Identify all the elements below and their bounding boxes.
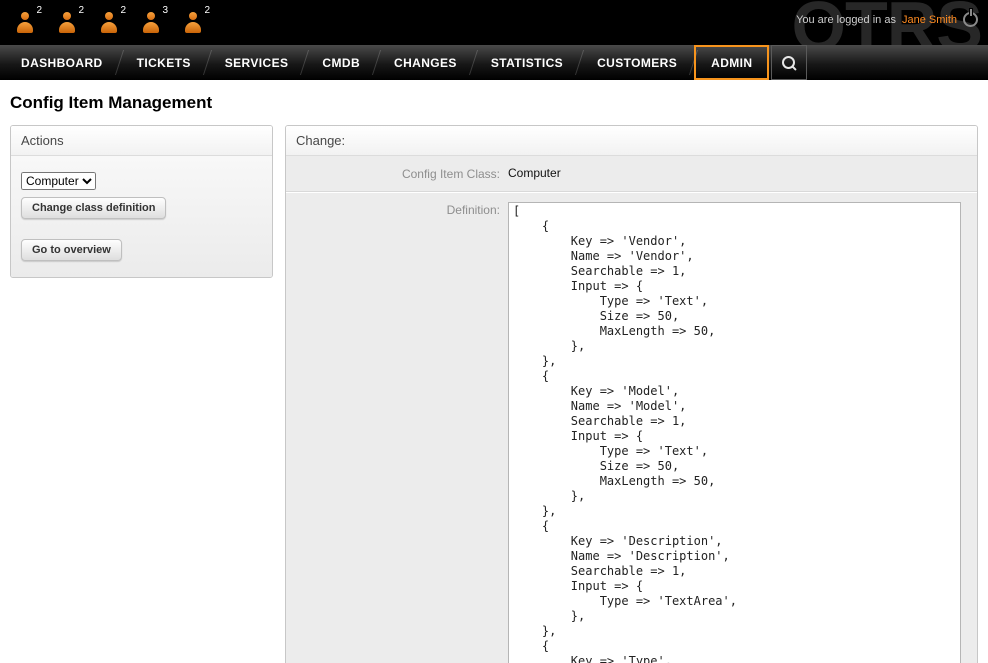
person-icon	[58, 12, 76, 33]
nav-search-button[interactable]	[771, 45, 807, 80]
nav-admin[interactable]: ADMIN	[694, 45, 769, 80]
go-to-overview-button[interactable]: Go to overview	[21, 239, 122, 261]
toolbar-avatar-item[interactable]: 2	[58, 8, 84, 35]
login-area: You are logged in as Jane Smith	[796, 12, 978, 27]
toolbar-avatars: 2 2 2 3 2	[16, 8, 210, 35]
change-panel-header: Change:	[286, 126, 977, 156]
change-panel-body: Config Item Class: Computer Definition: …	[286, 156, 977, 663]
definition-field: [ { Key => 'Vendor', Name => 'Vendor', S…	[508, 202, 969, 663]
change-class-definition-button[interactable]: Change class definition	[21, 197, 166, 219]
config-item-class-value: Computer	[508, 166, 969, 181]
nav-changes[interactable]: CHANGES	[377, 45, 474, 80]
search-icon	[781, 55, 797, 71]
class-select[interactable]: Computer	[21, 172, 96, 190]
toolbar-avatar-item[interactable]: 3	[142, 8, 168, 35]
person-icon	[184, 12, 202, 33]
nav-statistics[interactable]: STATISTICS	[474, 45, 580, 80]
top-bar: OTRS 2 2 2 3 2 You are logged in as Jane…	[0, 0, 988, 45]
actions-panel: Actions Computer Change class definition…	[10, 125, 273, 278]
change-panel: Change: Config Item Class: Computer Defi…	[285, 125, 978, 663]
definition-row: Definition: [ { Key => 'Vendor', Name =>…	[286, 192, 977, 663]
definition-label: Definition:	[294, 202, 500, 663]
main-columns: Actions Computer Change class definition…	[10, 125, 978, 663]
avatar-count: 3	[162, 5, 168, 16]
nav-services[interactable]: SERVICES	[208, 45, 306, 80]
nav-customers[interactable]: CUSTOMERS	[580, 45, 694, 80]
page-title: Config Item Management	[10, 80, 978, 125]
person-icon	[16, 12, 34, 33]
power-icon[interactable]	[963, 12, 978, 27]
person-icon	[142, 12, 160, 33]
avatar-count: 2	[120, 5, 126, 16]
nav-dashboard[interactable]: DASHBOARD	[4, 45, 120, 80]
toolbar-avatar-item[interactable]: 2	[184, 8, 210, 35]
actions-panel-header: Actions	[11, 126, 272, 156]
avatar-count: 2	[78, 5, 84, 16]
content-area: Config Item Management Actions Computer …	[0, 80, 988, 663]
nav-cmdb[interactable]: CMDB	[305, 45, 377, 80]
main-nav: DASHBOARD TICKETS SERVICES CMDB CHANGES …	[0, 45, 988, 80]
actions-panel-body: Computer Change class definition Go to o…	[11, 156, 272, 277]
avatar-count: 2	[204, 5, 210, 16]
config-item-class-label: Config Item Class:	[294, 166, 500, 181]
toolbar-avatar-item[interactable]: 2	[16, 8, 42, 35]
toolbar-avatar-item[interactable]: 2	[100, 8, 126, 35]
person-icon	[100, 12, 118, 33]
logged-in-text: You are logged in as	[796, 14, 896, 26]
definition-textarea[interactable]: [ { Key => 'Vendor', Name => 'Vendor', S…	[508, 202, 961, 663]
avatar-count: 2	[36, 5, 42, 16]
nav-tickets[interactable]: TICKETS	[120, 45, 208, 80]
config-item-class-row: Config Item Class: Computer	[286, 156, 977, 192]
user-link[interactable]: Jane Smith	[902, 14, 957, 26]
